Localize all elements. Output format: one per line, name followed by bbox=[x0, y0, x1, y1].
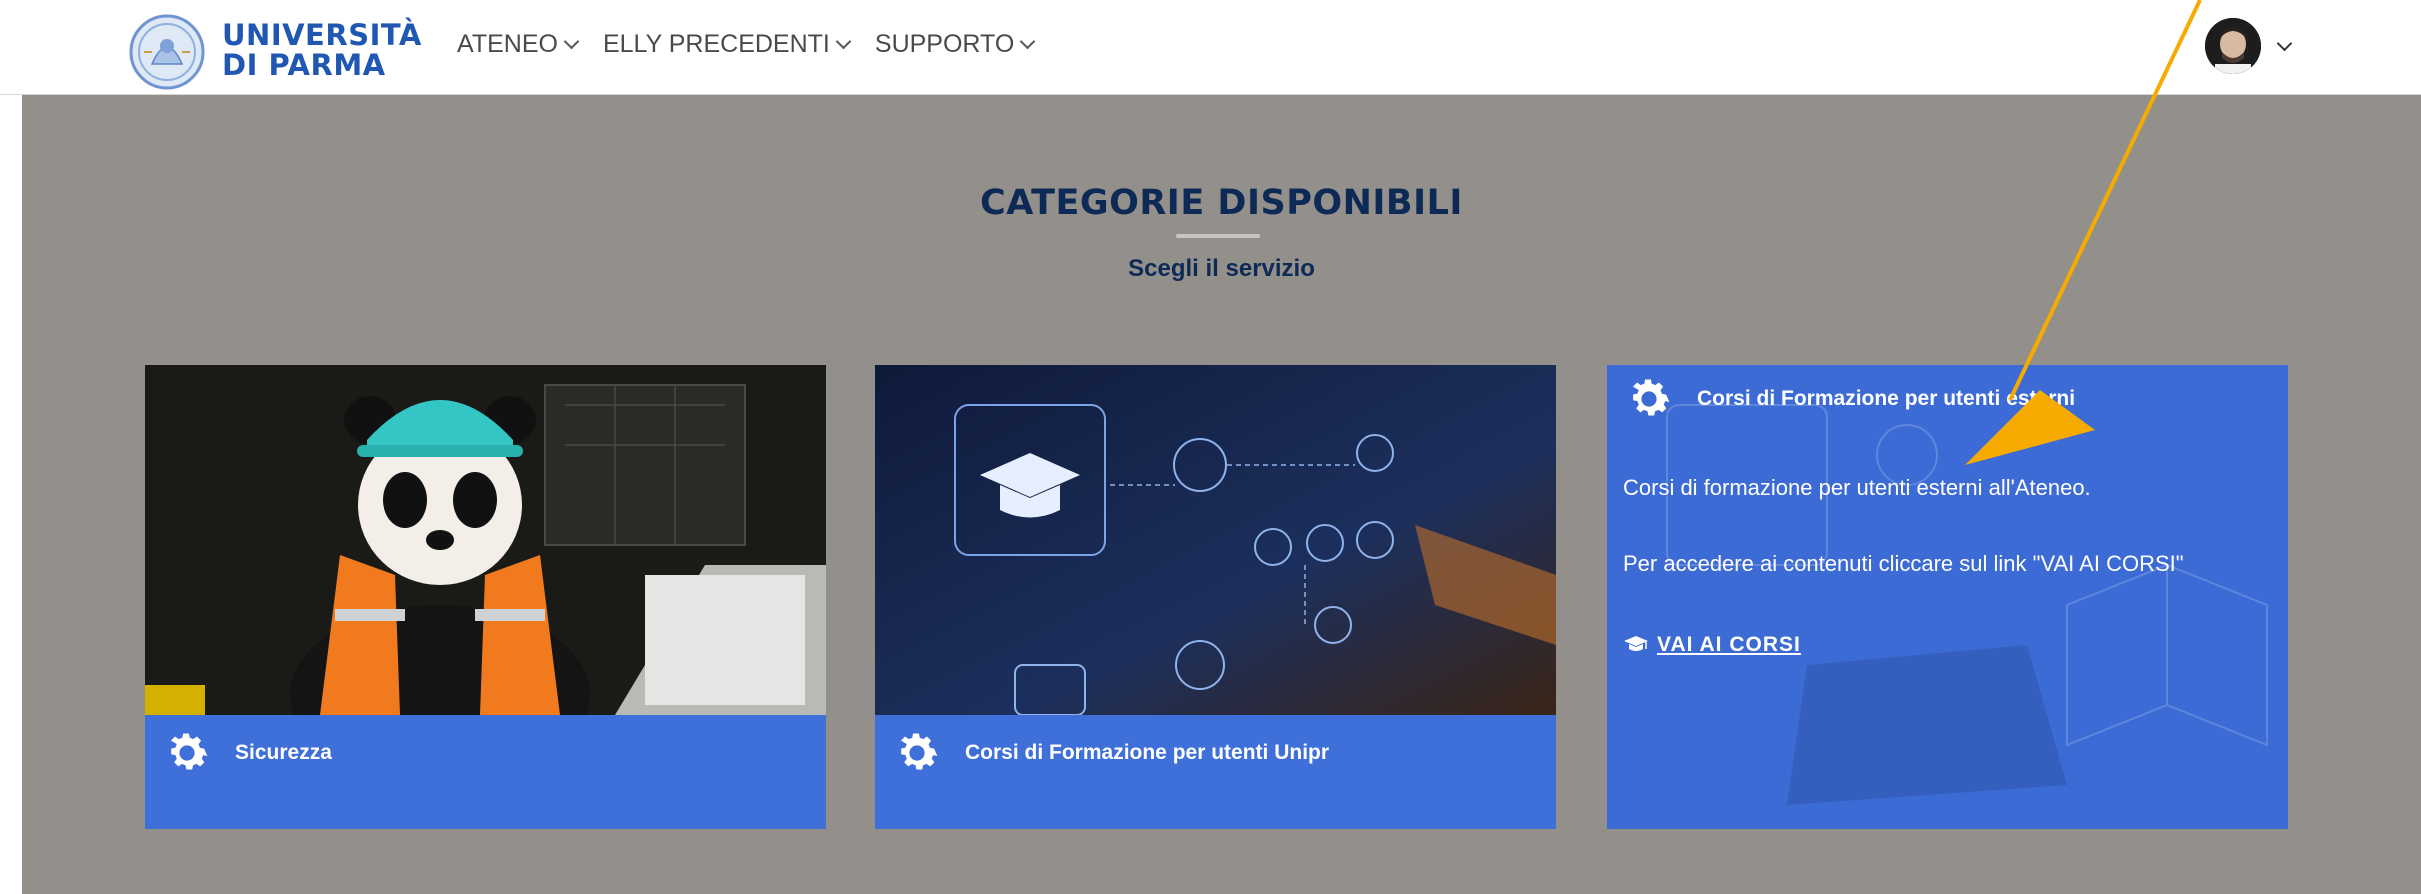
chevron-down-icon bbox=[1020, 33, 1036, 50]
background-pattern bbox=[1666, 404, 2268, 805]
category-card-corsi-unipr[interactable]: Corsi di Formazione per utenti Unipr bbox=[875, 365, 1556, 829]
chevron-down-icon bbox=[563, 33, 580, 50]
section-subtitle: Scegli il servizio bbox=[1128, 255, 1315, 282]
panda-worker-image bbox=[145, 365, 826, 715]
chevron-down-icon bbox=[2276, 35, 2293, 51]
vai-ai-corsi-link[interactable]: VAI AI CORSI bbox=[1623, 633, 1801, 657]
vai-ai-corsi-label: VAI AI CORSI bbox=[1657, 633, 1801, 656]
card-footer: Sicurezza bbox=[145, 715, 826, 829]
menu-ateneo[interactable]: ATENEO bbox=[457, 30, 580, 59]
menu-supporto-label: SUPPORTO bbox=[874, 30, 1015, 58]
gear-icon bbox=[1632, 379, 1670, 416]
card-label: Corsi di Formazione per utenti esterni bbox=[1697, 387, 2076, 410]
card-instructions: Per accedere ai contenuti cliccare sul l… bbox=[1623, 551, 2184, 576]
chevron-down-icon bbox=[835, 33, 852, 50]
title-divider bbox=[1176, 234, 1260, 238]
elearning-image bbox=[875, 365, 1556, 715]
card-footer: Corsi di Formazione per utenti Unipr bbox=[875, 715, 1556, 829]
avatar bbox=[2205, 18, 2261, 74]
card-description: Corsi di formazione per utenti esterni a… bbox=[1623, 475, 2091, 500]
graduation-cap-icon bbox=[1624, 636, 1648, 651]
menu-elly-precedenti-label: ELLY PRECEDENTI bbox=[602, 30, 830, 58]
category-card-sicurezza[interactable]: Sicurezza bbox=[145, 365, 826, 829]
user-menu[interactable] bbox=[2205, 18, 2293, 74]
brand-line-1: UNIVERSITÀ bbox=[222, 18, 422, 52]
university-logo[interactable] bbox=[122, 12, 212, 92]
gear-icon bbox=[170, 733, 208, 770]
menu-ateneo-label: ATENEO bbox=[457, 30, 558, 58]
category-card-corsi-esterni[interactable]: Corsi di Formazione per utenti esterni C… bbox=[1607, 365, 2288, 829]
card-label: Sicurezza bbox=[235, 741, 332, 764]
top-navbar: UNIVERSITÀ DI PARMA ATENEO ELLY PRECEDEN… bbox=[0, 0, 2421, 95]
brand-name[interactable]: UNIVERSITÀ DI PARMA bbox=[222, 20, 422, 80]
brand-line-2: DI PARMA bbox=[222, 48, 386, 82]
gear-icon bbox=[900, 733, 938, 770]
card-header: Corsi di Formazione per utenti esterni bbox=[1623, 373, 2075, 425]
main-menu: ATENEO ELLY PRECEDENTI SUPPORTO bbox=[457, 30, 1036, 59]
card-label: Corsi di Formazione per utenti Unipr bbox=[965, 741, 1330, 764]
menu-elly-precedenti[interactable]: ELLY PRECEDENTI bbox=[602, 30, 852, 59]
main-content: CATEGORIE DISPONIBILI Scegli il servizio bbox=[22, 95, 2421, 894]
menu-supporto[interactable]: SUPPORTO bbox=[874, 30, 1036, 59]
section-title: CATEGORIE DISPONIBILI bbox=[980, 183, 1463, 223]
